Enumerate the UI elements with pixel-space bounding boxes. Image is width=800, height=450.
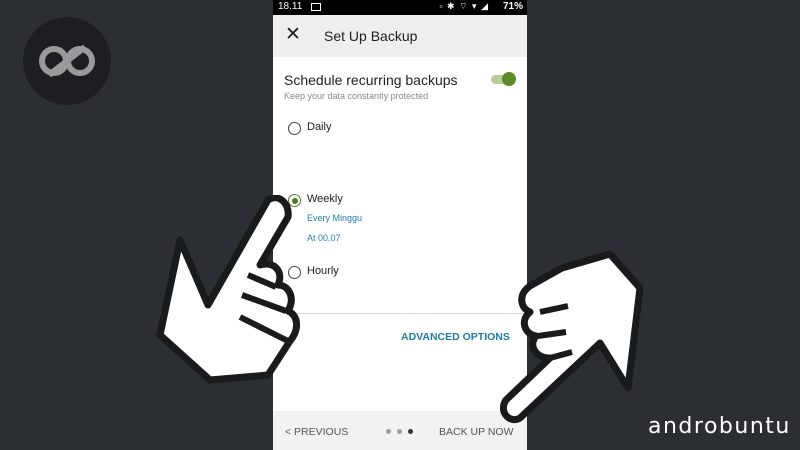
phone-screen: 18.11 ▫ ✱ ⌔ ▾ ◢ 71% ✕ Set Up Backup Sche…: [273, 0, 527, 450]
close-icon[interactable]: ✕: [285, 25, 301, 44]
message-icon: [311, 3, 321, 11]
radio-label-weekly: Weekly: [307, 193, 343, 205]
status-time: 18.11: [278, 1, 303, 12]
advanced-options-button[interactable]: ADVANCED OPTIONS: [401, 331, 510, 343]
divider: [273, 313, 527, 314]
radio-unchecked-icon: [288, 122, 301, 135]
battery-percentage: 71%: [502, 1, 523, 12]
radio-label-hourly: Hourly: [307, 265, 339, 277]
page-dot: [397, 429, 402, 434]
radio-label-daily: Daily: [307, 121, 332, 133]
status-icons: ▫ ✱ ⌔ ▾ ◢: [439, 1, 489, 11]
page-dot: [386, 429, 391, 434]
schedule-title: Schedule recurring backups: [284, 72, 458, 88]
logo-badge: [23, 17, 111, 105]
wizard-footer: < PREVIOUS BACK UP NOW: [273, 411, 527, 450]
page-dot-active: [408, 429, 413, 434]
previous-button[interactable]: < PREVIOUS: [285, 426, 348, 438]
status-bar: 18.11 ▫ ✱ ⌔ ▾ ◢ 71%: [273, 0, 527, 15]
weekly-time-setting[interactable]: At 00.07: [307, 233, 341, 243]
app-bar: ✕ Set Up Backup: [273, 15, 527, 57]
toggle-thumb: [502, 72, 516, 86]
schedule-subtitle: Keep your data constantly protected: [284, 91, 429, 101]
page-indicator: [386, 429, 416, 435]
brand-watermark: androbuntu: [648, 414, 791, 439]
schedule-toggle[interactable]: [491, 72, 516, 86]
weekly-day-setting[interactable]: Every Minggu: [307, 213, 362, 223]
pointing-hand-icon: [500, 250, 644, 423]
pointing-hand-icon: [156, 195, 300, 384]
infinity-logo-icon: [39, 44, 95, 78]
page-title: Set Up Backup: [324, 28, 418, 44]
